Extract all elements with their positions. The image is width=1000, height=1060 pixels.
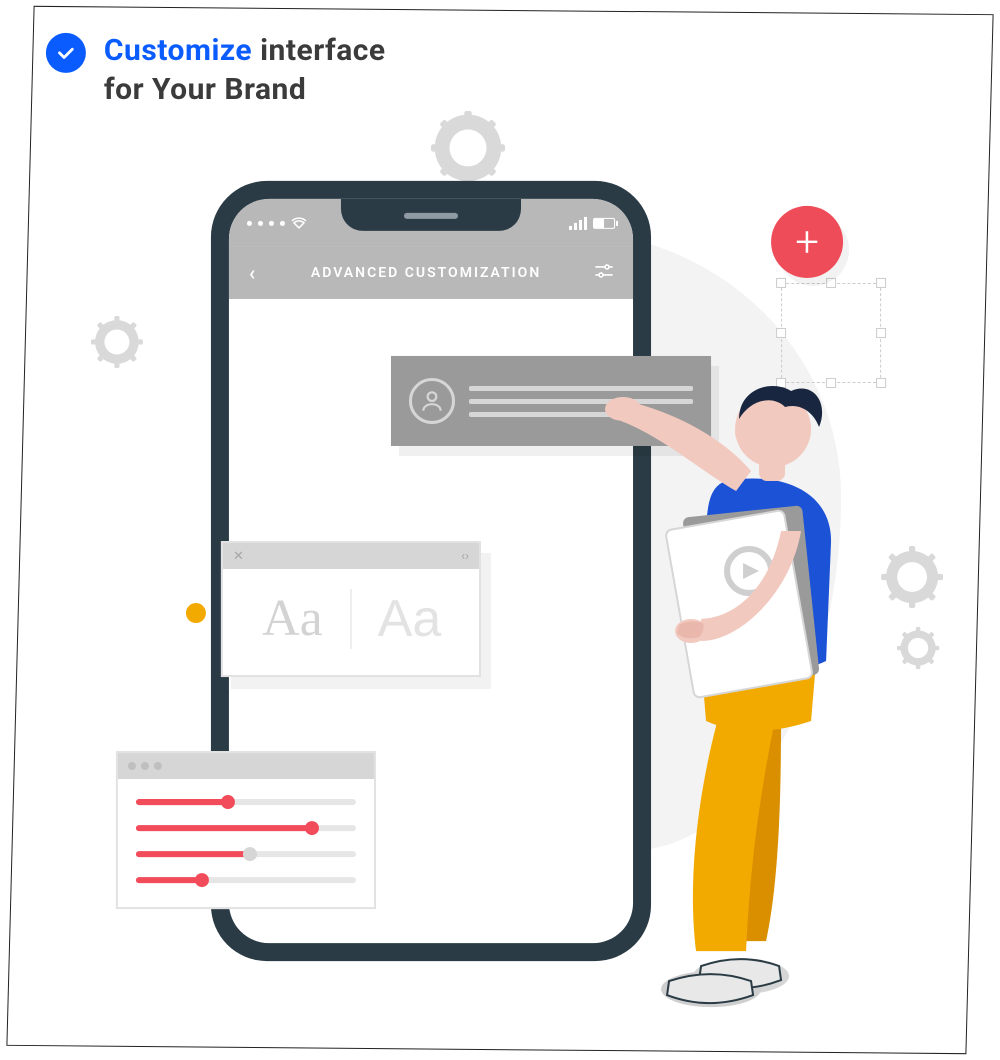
signal-icon <box>569 216 587 229</box>
font-sample-serif[interactable]: Aa <box>235 589 350 649</box>
feature-title-highlight: Customize <box>104 33 252 68</box>
add-button[interactable]: + <box>771 206 843 278</box>
avatar-icon <box>409 378 455 424</box>
settings-sliders-icon[interactable] <box>595 264 613 282</box>
plus-icon: + <box>795 217 819 266</box>
sliders-body <box>118 779 374 907</box>
window-dots-icon <box>128 762 162 770</box>
phone-app-bar: ‹ ADVANCED CUSTOMIZATION <box>229 247 633 299</box>
font-sample-sans[interactable]: Aa <box>352 589 467 649</box>
slider-1[interactable] <box>136 799 356 805</box>
check-badge-icon <box>46 33 86 73</box>
chevron-left-right-icon[interactable]: ‹› <box>461 549 469 564</box>
gear-icon <box>431 111 505 185</box>
typography-panel-bar: ✕ ‹› <box>223 543 479 569</box>
feature-title: Customize interface for Your Brand <box>104 31 386 109</box>
feature-title-rest1: interface <box>252 33 385 68</box>
back-chevron-icon[interactable]: ‹ <box>249 261 257 285</box>
slider-2[interactable] <box>136 825 356 831</box>
typography-panel[interactable]: ✕ ‹› Aa Aa <box>221 541 481 677</box>
app-bar-title: ADVANCED CUSTOMIZATION <box>311 265 541 281</box>
accent-dot-icon <box>186 603 206 623</box>
sliders-panel[interactable] <box>116 751 376 909</box>
slider-3[interactable] <box>136 851 356 857</box>
phone-notch <box>341 199 521 231</box>
sliders-panel-bar <box>118 753 374 779</box>
slider-4[interactable] <box>136 877 356 883</box>
feature-header: Customize interface for Your Brand <box>46 31 386 109</box>
battery-icon <box>593 217 615 228</box>
wifi-icon <box>291 217 307 229</box>
person-illustration <box>631 341 911 1011</box>
gear-icon <box>91 316 143 368</box>
close-icon[interactable]: ✕ <box>233 549 244 564</box>
feature-title-line2: for Your Brand <box>104 72 306 107</box>
